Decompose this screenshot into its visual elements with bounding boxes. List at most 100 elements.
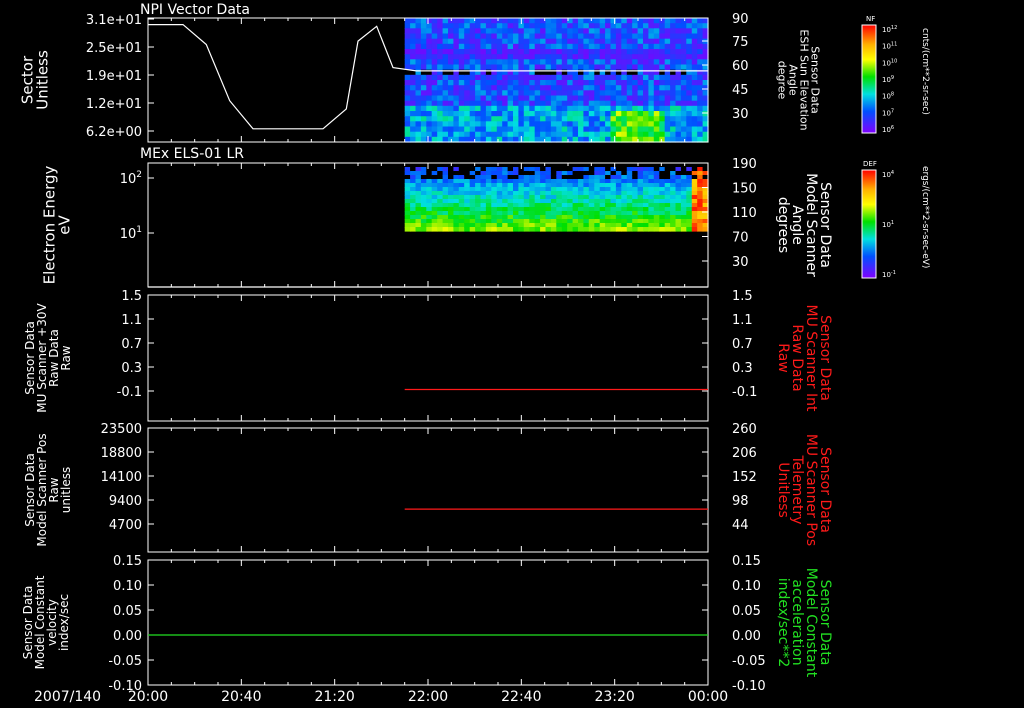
spectrogram-cell	[431, 38, 438, 45]
date-label: 2007/140	[34, 689, 101, 705]
spectrogram-cell	[615, 95, 622, 102]
spectrogram-cell	[502, 126, 509, 133]
spectrogram-cell	[588, 195, 595, 200]
spectrogram-cell	[480, 59, 487, 66]
spectrogram-cell	[426, 223, 433, 228]
spectrogram-cell	[480, 131, 487, 138]
spectrogram-cell	[691, 59, 698, 66]
spectrogram-cell	[583, 199, 590, 204]
spectrogram-cell	[415, 219, 422, 224]
spectrogram-cell	[680, 111, 687, 117]
spectrogram-cell	[464, 18, 471, 24]
panel-4: 235001880014100940047002602061529844Sens…	[23, 422, 833, 553]
spectrogram-cell	[686, 223, 693, 228]
spectrogram-cell	[578, 74, 584, 81]
spectrogram-cell	[437, 215, 444, 220]
spectrogram-cell	[659, 203, 666, 208]
spectrogram-cell	[583, 74, 590, 81]
spectrogram-cell	[529, 179, 536, 184]
spectrogram-cell	[448, 121, 454, 128]
spectrogram-cell	[659, 80, 666, 86]
spectrogram-cell	[550, 207, 557, 212]
spectrogram-cell	[507, 223, 514, 228]
spectrogram-cell	[686, 219, 693, 224]
spectrogram-cell	[426, 171, 433, 176]
spectrogram-cell	[583, 49, 590, 55]
spectrogram-cell	[480, 111, 487, 117]
y-tick-label: 9400	[109, 494, 142, 509]
spectrogram-cell	[632, 18, 639, 24]
spectrogram-cell	[426, 121, 433, 128]
spectrogram-cell	[404, 126, 411, 133]
spectrogram-cell	[680, 187, 687, 192]
spectrogram-cell	[670, 203, 677, 208]
spectrogram-cell	[561, 215, 568, 220]
spectrogram-cell	[648, 195, 655, 200]
spectrogram-cell	[410, 187, 417, 192]
y-tick-label: -0.05	[108, 654, 142, 669]
spectrogram-cell	[670, 54, 677, 60]
spectrogram-cell	[518, 219, 525, 224]
spectrogram-cell	[691, 211, 698, 216]
spectrogram-cell	[621, 215, 628, 220]
spectrogram-cell	[626, 203, 633, 208]
spectrogram-cell	[534, 167, 541, 172]
spectrogram-cell	[659, 183, 666, 188]
spectrogram-cell	[523, 49, 530, 55]
spectrogram-cell	[437, 211, 444, 216]
spectrogram-cell	[578, 211, 584, 216]
spectrogram-cell	[458, 131, 465, 138]
spectrogram-cell	[442, 167, 449, 172]
spectrogram-cell	[464, 227, 471, 232]
spectrogram-cell	[588, 85, 595, 91]
spectrogram-cell	[621, 111, 628, 117]
spectrogram-cell	[621, 43, 628, 50]
spectrogram-cell	[410, 167, 417, 172]
spectrogram-cell	[404, 223, 411, 228]
spectrogram-cell	[523, 219, 530, 224]
spectrogram-cell	[534, 90, 541, 97]
spectrogram-cell	[659, 195, 666, 200]
spectrogram-cell	[540, 219, 547, 224]
spectrogram-cell	[594, 49, 601, 55]
spectrogram-cell	[664, 49, 671, 55]
spectrogram-cell	[534, 171, 541, 176]
spectrogram-cell	[410, 116, 417, 122]
spectrogram-cell	[605, 223, 612, 228]
spectrogram-cell	[431, 80, 438, 86]
spectrogram-cell	[680, 211, 687, 216]
spectrogram-cell	[550, 43, 557, 50]
spectrogram-cell	[437, 23, 444, 29]
spectrogram-cell	[496, 191, 503, 196]
spectrogram-cell	[540, 215, 547, 220]
spectrogram-cell	[410, 175, 417, 180]
spectrogram-cell	[675, 219, 682, 224]
spectrogram-cell	[513, 121, 519, 128]
spectrogram-cell	[670, 38, 677, 45]
spectrogram-cell	[458, 126, 465, 133]
spectrogram-cell	[534, 199, 541, 204]
spectrogram-cell	[588, 90, 595, 97]
spectrogram-cell	[697, 80, 704, 86]
spectrogram-cell	[670, 23, 677, 29]
spectrogram-cell	[653, 223, 660, 228]
y2-tick-label: 0.7	[732, 337, 753, 352]
spectrogram-cell	[626, 215, 633, 220]
spectrogram-cell	[637, 43, 644, 50]
spectrogram-cell	[648, 49, 655, 55]
spectrogram-cell	[686, 171, 693, 176]
spectrogram-cell	[572, 100, 579, 107]
panel-2-ylabel: Electron EnergyeV	[41, 165, 74, 284]
spectrogram-cell	[420, 126, 427, 133]
spectrogram-cell	[534, 59, 541, 66]
spectrogram-cell	[605, 23, 612, 29]
spectrogram-cell	[453, 195, 460, 200]
spectrogram-cell	[464, 121, 471, 128]
spectrogram-cell	[415, 187, 422, 192]
spectrogram-cell	[659, 49, 666, 55]
spectrogram-cell	[643, 38, 649, 45]
spectrogram-cell	[686, 80, 693, 86]
spectrogram-cell	[643, 207, 649, 212]
spectrogram-cell	[507, 126, 514, 133]
spectrogram-cell	[518, 223, 525, 228]
